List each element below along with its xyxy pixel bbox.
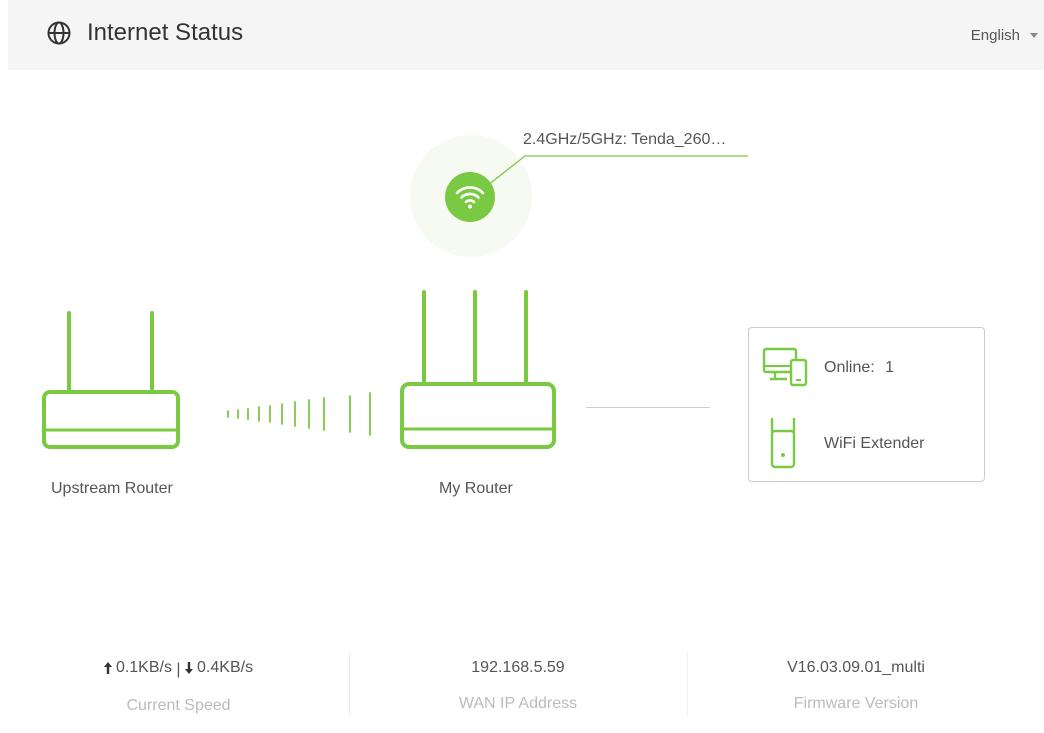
- download-speed: 0.4KB/s: [185, 659, 253, 677]
- wan-ip-stat: 192.168.5.59 WAN IP Address: [349, 650, 687, 720]
- wifi-ssid[interactable]: 2.4GHz/5GHz: Tenda_260…: [523, 131, 726, 149]
- wifi-extender-label[interactable]: WiFi Extender: [824, 435, 924, 453]
- current-speed-stat: 0.1KB/s | 0.4KB/s Current Speed: [8, 650, 349, 720]
- my-router-icon: [400, 290, 556, 449]
- online-count: 1: [885, 359, 895, 376]
- ssid-callout-line: [487, 155, 748, 186]
- language-label: English: [970, 27, 1020, 44]
- speed-divider: |: [176, 661, 181, 678]
- upload-speed-value: 0.1KB/s: [115, 659, 172, 676]
- arrow-up-icon: [103, 662, 112, 674]
- upload-speed: 0.1KB/s: [103, 659, 172, 677]
- speed-caption: Current Speed: [126, 697, 231, 714]
- connector-line: [586, 407, 710, 408]
- language-select[interactable]: English: [971, 27, 1038, 44]
- upstream-router-icon: [42, 311, 180, 449]
- online-status[interactable]: Online: 1: [824, 359, 894, 377]
- status-bar: 0.1KB/s | 0.4KB/s Current Speed 192.168.…: [8, 650, 1044, 720]
- firmware-value: V16.03.09.01_multi: [787, 659, 925, 676]
- wan-ip-value: 192.168.5.59: [471, 659, 565, 676]
- clients-panel: Online: 1 WiFi Extender: [748, 327, 985, 482]
- firmware-stat: V16.03.09.01_multi Firmware Version: [687, 650, 1025, 720]
- wireless-link-icon: [227, 392, 371, 436]
- upstream-router-label: Upstream Router: [51, 480, 173, 497]
- firmware-caption: Firmware Version: [793, 695, 919, 712]
- my-router-label: My Router: [439, 480, 513, 497]
- download-speed-value: 0.4KB/s: [197, 659, 254, 676]
- arrow-down-icon: [185, 662, 194, 674]
- wifi-extender-icon[interactable]: [769, 417, 799, 473]
- online-label: Online:: [824, 359, 875, 376]
- chevron-down-icon: [1030, 33, 1038, 38]
- globe-icon: [47, 21, 71, 45]
- wan-ip-caption: WAN IP Address: [458, 695, 578, 712]
- devices-icon[interactable]: [762, 346, 810, 388]
- page-header: Internet Status English: [8, 0, 1044, 70]
- page-title: Internet Status: [87, 19, 244, 46]
